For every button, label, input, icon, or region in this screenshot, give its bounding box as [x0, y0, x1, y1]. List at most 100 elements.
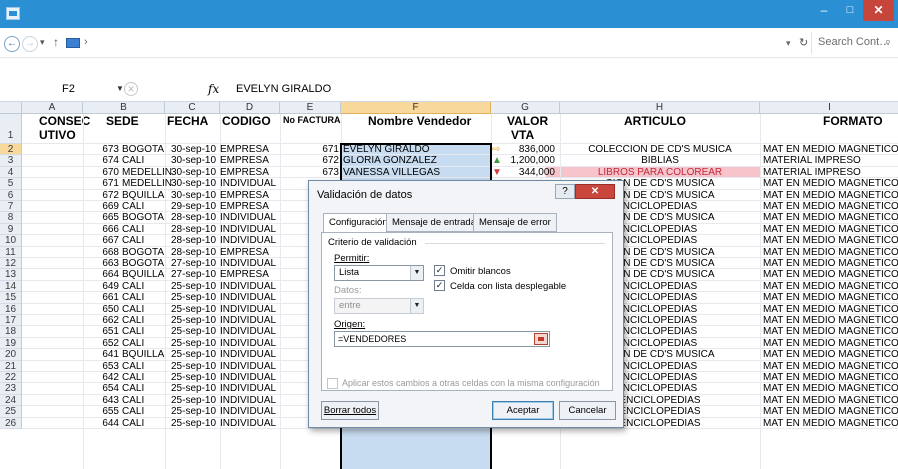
cell-i[interactable]: MAT EN MEDIO MAGNETICO [763, 282, 898, 292]
search-icon[interactable]: ⌕ [885, 36, 891, 49]
cell-i[interactable]: MATERIAL IMPRESO [763, 156, 898, 166]
cell-a[interactable]: 649 [22, 282, 119, 292]
row-header[interactable]: 21 [0, 360, 22, 372]
row-header[interactable]: 23 [0, 383, 22, 395]
column-header-h[interactable]: H [560, 102, 760, 114]
cell-c[interactable]: 25-sep-10 [171, 419, 221, 429]
row-header[interactable]: 20 [0, 349, 22, 361]
cell-c[interactable]: 25-sep-10 [171, 293, 221, 303]
column-header-c[interactable]: C [165, 102, 220, 114]
cell-a[interactable]: 652 [22, 339, 119, 349]
cell-d[interactable]: INDIVIDUAL [220, 305, 280, 315]
row-header[interactable]: 22 [0, 372, 22, 384]
recent-locations-dropdown[interactable]: ▾ [40, 37, 45, 48]
ignore-blank-label[interactable]: Omitir blancos [450, 266, 511, 277]
cell-a[interactable]: 653 [22, 362, 119, 372]
data-select[interactable]: entre ▼ [334, 298, 424, 314]
column-header-a[interactable]: A [22, 102, 83, 114]
cell-d[interactable]: EMPRESA [220, 191, 280, 201]
cell-i[interactable]: MAT EN MEDIO MAGNETICO [763, 259, 898, 269]
cell-i[interactable]: MAT EN MEDIO MAGNETICO [763, 202, 898, 212]
formula-content[interactable]: EVELYN GIRALDO [236, 83, 331, 95]
cell-d[interactable]: INDIVIDUAL [220, 293, 280, 303]
up-icon[interactable]: ↑ [53, 35, 59, 49]
cell-d[interactable]: EMPRESA [220, 270, 280, 280]
cell-h[interactable]: BIBLIAS [560, 156, 760, 166]
cell-i[interactable]: MAT EN MEDIO MAGNETICO [763, 145, 898, 155]
maximize-button[interactable]: □ [837, 0, 863, 21]
collapse-dialog-icon[interactable] [534, 333, 548, 345]
cell-a[interactable]: 642 [22, 373, 119, 383]
clear-all-button[interactable]: Borrar todos [321, 401, 379, 420]
cell-c[interactable]: 25-sep-10 [171, 339, 221, 349]
dialog-close-button[interactable]: ✕ [575, 184, 615, 199]
cell-a[interactable]: 661 [22, 293, 119, 303]
row-header[interactable]: 4 [0, 166, 22, 179]
cell-i[interactable]: MAT EN MEDIO MAGNETICO [763, 339, 898, 349]
cell-i[interactable]: MAT EN MEDIO MAGNETICO [763, 225, 898, 235]
cell-d[interactable]: INDIVIDUAL [220, 259, 280, 269]
chevron-down-icon[interactable]: ▼ [410, 299, 423, 313]
cell-a[interactable]: 669 [22, 202, 119, 212]
cell-i[interactable]: MAT EN MEDIO MAGNETICO [763, 191, 898, 201]
row-header[interactable]: 12 [0, 258, 22, 270]
row-header[interactable]: 7 [0, 201, 22, 213]
row-header[interactable]: 18 [0, 326, 22, 338]
row-header[interactable]: 16 [0, 303, 22, 315]
cell-a[interactable]: 665 [22, 213, 119, 223]
row-header[interactable]: 15 [0, 292, 22, 304]
cell-c[interactable]: 30-sep-10 [171, 191, 221, 201]
address-dropdown-icon[interactable]: ▾ [786, 38, 791, 49]
cell-d[interactable]: INDIVIDUAL [220, 282, 280, 292]
cell-c[interactable]: 25-sep-10 [171, 316, 221, 326]
cell-i[interactable]: MAT EN MEDIO MAGNETICO [763, 213, 898, 223]
cell-a[interactable]: 673 [22, 145, 119, 155]
cell-c[interactable]: 25-sep-10 [171, 305, 221, 315]
name-box[interactable]: F2 [62, 83, 122, 95]
row-header[interactable]: 6 [0, 189, 22, 201]
cell-c[interactable]: 30-sep-10 [171, 168, 221, 178]
cell-d[interactable]: INDIVIDUAL [220, 350, 280, 360]
name-box-dropdown-icon[interactable]: ▼ [116, 84, 124, 93]
cell-c[interactable]: 30-sep-10 [171, 156, 221, 166]
cell-d[interactable]: EMPRESA [220, 248, 280, 258]
cell-i[interactable]: MAT EN MEDIO MAGNETICO [763, 373, 898, 383]
row-header[interactable]: 11 [0, 246, 22, 258]
cell-g[interactable]: 344,000 [503, 168, 555, 178]
row-header[interactable]: 19 [0, 337, 22, 350]
row-header[interactable]: 24 [0, 394, 22, 407]
cell-i[interactable]: MAT EN MEDIO MAGNETICO [763, 384, 898, 394]
cell-d[interactable]: INDIVIDUAL [220, 396, 280, 406]
in-cell-dropdown-label[interactable]: Celda con lista desplegable [450, 281, 566, 292]
cell-c[interactable]: 27-sep-10 [171, 270, 221, 280]
cell-c[interactable]: 28-sep-10 [171, 213, 221, 223]
tab-configuracion[interactable]: Configuración [323, 213, 394, 233]
cell-d[interactable]: EMPRESA [220, 156, 280, 166]
cell-d[interactable]: INDIVIDUAL [220, 373, 280, 383]
column-header-g[interactable]: G [491, 102, 560, 114]
breadcrumb-separator[interactable]: › [84, 36, 88, 48]
cell-g[interactable]: 836,000 [503, 145, 555, 155]
cell-i[interactable]: MAT EN MEDIO MAGNETICO [763, 396, 898, 406]
cell-c[interactable]: 25-sep-10 [171, 362, 221, 372]
cell-a[interactable]: 641 [22, 350, 119, 360]
cell-i[interactable]: MAT EN MEDIO MAGNETICO [763, 316, 898, 326]
cancel-button[interactable]: Cancelar [559, 401, 616, 420]
cell-i[interactable]: MAT EN MEDIO MAGNETICO [763, 236, 898, 246]
cell-e[interactable]: 673 [284, 168, 339, 178]
cell-c[interactable]: 30-sep-10 [171, 179, 221, 189]
cell-c[interactable]: 28-sep-10 [171, 248, 221, 258]
minimize-button[interactable]: – [811, 0, 837, 21]
column-header-d[interactable]: D [220, 102, 280, 114]
cell-c[interactable]: 29-sep-10 [171, 202, 221, 212]
column-header-f[interactable]: F [341, 102, 491, 114]
cell-d[interactable]: INDIVIDUAL [220, 179, 280, 189]
close-button[interactable]: ✕ [863, 0, 894, 21]
row-header[interactable]: 3 [0, 155, 22, 167]
cell-i[interactable]: MAT EN MEDIO MAGNETICO [763, 179, 898, 189]
cell-d[interactable]: INDIVIDUAL [220, 339, 280, 349]
cell-d[interactable]: INDIVIDUAL [220, 316, 280, 326]
search-input[interactable]: Search Cont… ⌕ [811, 32, 894, 54]
ignore-blank-checkbox[interactable]: ✓ [434, 265, 445, 276]
cell-d[interactable]: EMPRESA [220, 145, 280, 155]
